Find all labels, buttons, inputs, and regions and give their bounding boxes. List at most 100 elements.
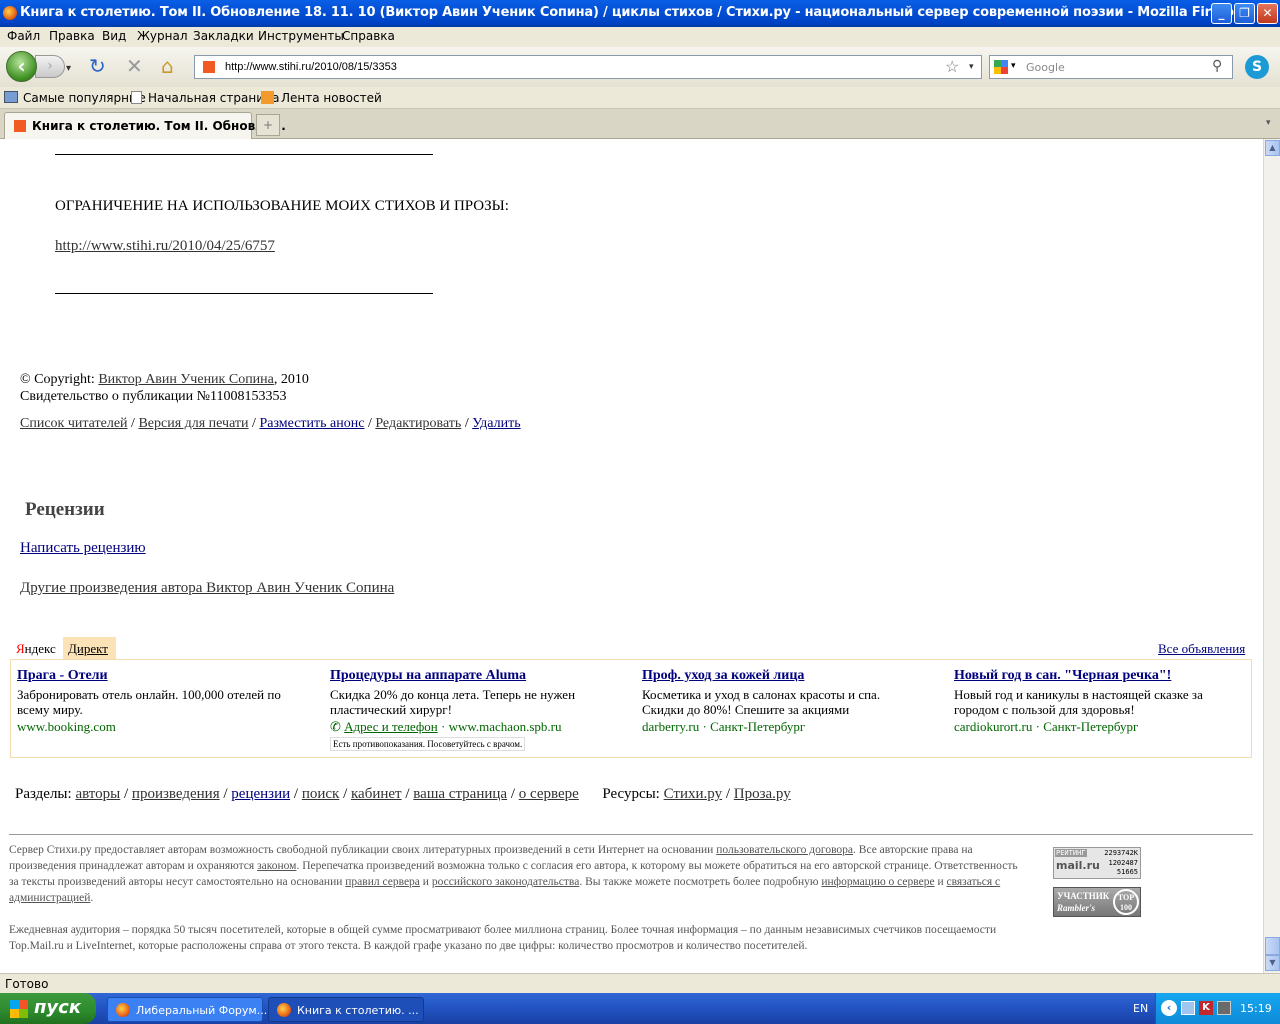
ad-title[interactable]: Новый год в сан. "Черная речка"!: [954, 668, 1234, 684]
home-icon[interactable]: ⌂: [161, 56, 174, 76]
bookmark-most-visited[interactable]: Самые популярные: [23, 91, 146, 105]
direct-label: Директ: [68, 641, 108, 656]
forward-button[interactable]: ›: [35, 55, 65, 78]
ad-url[interactable]: www.machaon.spb.ru: [449, 719, 562, 734]
ad-title[interactable]: Прага - Отели: [17, 668, 297, 684]
scroll-down-arrow[interactable]: ▼: [1265, 955, 1280, 971]
page-icon: [131, 91, 142, 104]
maximize-button[interactable]: ❐: [1234, 3, 1255, 24]
menu-file[interactable]: Файл: [7, 29, 40, 43]
vertical-scrollbar[interactable]: ▲ ▼: [1263, 139, 1280, 973]
counter-value: 2293742K: [1104, 849, 1138, 857]
status-text: Готово: [5, 977, 49, 991]
post-announce-link[interactable]: Разместить анонс: [259, 416, 364, 431]
search-box[interactable]: ▾ Google ⚲: [989, 55, 1233, 79]
other-works-link[interactable]: Другие произведения автора Виктор Авин У…: [20, 580, 394, 597]
ad-url[interactable]: cardiokurort.ru: [954, 719, 1032, 734]
taskbar-item[interactable]: Либеральный Форум...: [107, 997, 267, 1022]
ad-item[interactable]: Прага - Отели Забронировать отель онлайн…: [17, 668, 297, 735]
menu-bookmarks[interactable]: Закладки: [193, 29, 254, 43]
server-info-link[interactable]: информацию о сервере: [821, 876, 934, 888]
menu-help[interactable]: Справка: [342, 29, 395, 43]
history-dropdown-icon[interactable]: ▾: [66, 59, 71, 79]
readers-list-link[interactable]: Список читателей: [20, 416, 128, 431]
taskbar-item-active[interactable]: Книга к столетию. ...: [268, 997, 424, 1022]
resource-proza-link[interactable]: Проза.ру: [734, 786, 791, 802]
ad-address-link[interactable]: Адрес и телефон: [344, 719, 438, 734]
antivirus-icon[interactable]: K: [1199, 1001, 1213, 1015]
ad-url-line: ✆ Адрес и телефон · www.machaon.spb.ru: [330, 719, 562, 734]
stop-icon[interactable]: ✕: [126, 56, 143, 76]
print-version-link[interactable]: Версия для печати: [138, 416, 248, 431]
tray-expand-icon[interactable]: ‹: [1161, 1000, 1177, 1016]
address-bar[interactable]: http://www.stihi.ru/2010/08/15/3353 ☆ ▾: [194, 55, 982, 79]
network-icon[interactable]: [1181, 1001, 1195, 1015]
bookmark-start-page[interactable]: Начальная страница: [148, 91, 280, 105]
section-reviews-link[interactable]: рецензии: [231, 786, 290, 802]
clock: 15:19: [1240, 1002, 1272, 1015]
ad-url[interactable]: darberry.ru: [642, 719, 699, 734]
mail-ru-logo: mail.ru: [1056, 859, 1100, 872]
window-titlebar: Книга к столетию. Том II. Обновление 18.…: [0, 0, 1280, 27]
section-search-link[interactable]: поиск: [302, 786, 340, 802]
section-works-link[interactable]: произведения: [132, 786, 220, 802]
author-link[interactable]: Виктор Авин Ученик Сопина: [98, 372, 274, 387]
law-link[interactable]: законом: [257, 860, 296, 872]
server-rules-link[interactable]: правил сервера: [345, 876, 420, 888]
navigation-toolbar: › ‹ ▾ ↻ ✕ ⌂ http://www.stihi.ru/2010/08/…: [0, 47, 1280, 87]
write-review-link[interactable]: Написать рецензию: [20, 540, 146, 557]
url-text: http://www.stihi.ru/2010/08/15/3353: [225, 61, 397, 73]
ad-url-line: cardiokurort.ru · Санкт-Петербург: [954, 719, 1139, 734]
delete-link[interactable]: Удалить: [472, 416, 520, 431]
reload-icon[interactable]: ↻: [89, 56, 106, 76]
url-dropdown-icon[interactable]: ▾: [969, 61, 974, 72]
ad-url[interactable]: www.booking.com: [17, 719, 297, 735]
ad-title[interactable]: Проф. уход за кожей лица: [642, 668, 922, 684]
start-button[interactable]: пуск: [0, 993, 96, 1024]
language-indicator[interactable]: EN: [1133, 1002, 1148, 1015]
scroll-up-arrow[interactable]: ▲: [1265, 140, 1280, 156]
all-ads-link[interactable]: Все объявления: [1158, 641, 1245, 657]
section-cabinet-link[interactable]: кабинет: [351, 786, 402, 802]
tab-label: Книга к столетию. Том II. Обновле...: [32, 119, 286, 133]
page-content: ОГРАНИЧЕНИЕ НА ИСПОЛЬЗОВАНИЕ МОИХ СТИХОВ…: [0, 139, 1263, 973]
rambler-top100-badge[interactable]: УЧАСТНИК Rambler's TOP 100: [1053, 887, 1141, 917]
action-links: Список читателей / Версия для печати / Р…: [20, 416, 521, 432]
engine-dropdown-icon[interactable]: ▾: [1011, 61, 1016, 71]
menu-tools[interactable]: Инструменты: [258, 29, 344, 43]
close-button[interactable]: ✕: [1257, 3, 1278, 24]
tab-list-icon[interactable]: ▾: [1266, 118, 1271, 128]
tray-app-icon[interactable]: [1217, 1001, 1231, 1015]
user-agreement-link[interactable]: пользовательского договора: [716, 844, 853, 856]
menu-view[interactable]: Вид: [102, 29, 126, 43]
minimize-button[interactable]: _: [1211, 3, 1232, 24]
skype-icon[interactable]: S: [1245, 55, 1269, 79]
separator: /: [127, 416, 139, 431]
menu-history[interactable]: Журнал: [137, 29, 188, 43]
ad-body: Косметика и уход в салонах красоты и спа…: [642, 687, 881, 717]
section-your-page-link[interactable]: ваша страница: [413, 786, 507, 802]
menu-edit[interactable]: Правка: [49, 29, 95, 43]
scroll-thumb[interactable]: [1265, 937, 1280, 955]
edit-link[interactable]: Редактировать: [375, 416, 461, 431]
separator: /: [364, 416, 376, 431]
mail-ru-counter[interactable]: РЕЙТИНГ 2293742K 1202487 51665 mail.ru: [1053, 847, 1141, 879]
ad-item[interactable]: Процедуры на аппарате Aluma Скидка 20% д…: [330, 668, 610, 752]
search-icon[interactable]: ⚲: [1212, 58, 1222, 74]
new-tab-button[interactable]: +: [256, 114, 280, 136]
tab-current[interactable]: Книга к столетию. Том II. Обновле...: [4, 112, 286, 139]
direct-tab[interactable]: Директ: [63, 637, 116, 659]
bookmark-star-icon[interactable]: ☆: [945, 57, 959, 77]
section-about-link[interactable]: о сервере: [519, 786, 579, 802]
ad-item[interactable]: Проф. уход за кожей лица Косметика и ухо…: [642, 668, 922, 735]
ad-item[interactable]: Новый год в сан. "Черная речка"! Новый г…: [954, 668, 1234, 735]
bookmark-news-feed[interactable]: Лента новостей: [281, 91, 382, 105]
search-placeholder: Google: [1026, 61, 1065, 74]
ad-title[interactable]: Процедуры на аппарате Aluma: [330, 668, 610, 684]
section-authors-link[interactable]: авторы: [75, 786, 120, 802]
resource-stihi-link[interactable]: Стихи.ру: [664, 786, 722, 802]
russian-law-link[interactable]: российского законодательства: [432, 876, 579, 888]
back-button[interactable]: ‹: [6, 51, 37, 82]
restriction-link[interactable]: http://www.stihi.ru/2010/04/25/6757: [55, 238, 275, 255]
counter-value: 51665: [1116, 868, 1138, 876]
